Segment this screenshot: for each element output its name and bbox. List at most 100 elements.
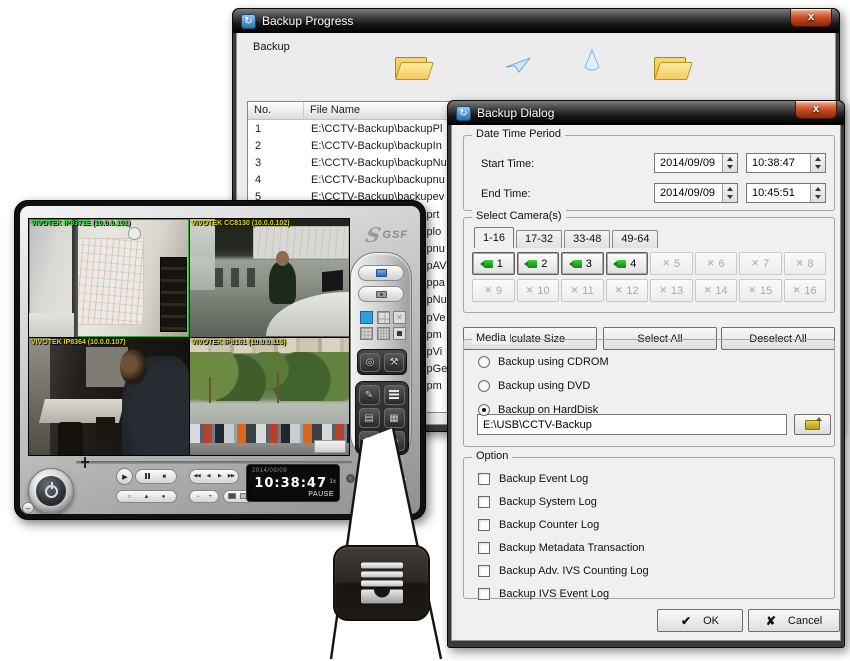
layout-close-button[interactable]: ✕ — [393, 311, 406, 324]
export-button[interactable]: ▦ — [384, 408, 405, 428]
camera-button-3[interactable]: 3 — [561, 252, 604, 275]
option-checkbox-0[interactable]: Backup Event Log — [478, 473, 588, 485]
backup-path-input[interactable] — [477, 414, 787, 435]
camera-button-9[interactable]: ✕9 — [472, 279, 515, 302]
film-button[interactable]: ▥ — [359, 431, 380, 451]
spinner-buttons[interactable] — [722, 154, 737, 172]
camera-on-icon — [484, 260, 493, 268]
disc-button[interactable]: ◎ — [360, 353, 380, 372]
layout-focus-button[interactable] — [393, 327, 406, 340]
camera-tile-1[interactable]: VIVOTEK IP8371E (10.0.0.101) — [29, 219, 189, 337]
volume-icon — [346, 474, 355, 483]
pause-button[interactable] — [143, 473, 152, 481]
camera-off-icon: ✕ — [707, 258, 715, 269]
camera-button-2[interactable]: 2 — [517, 252, 560, 275]
camera-tab-49-64[interactable]: 49-64 — [612, 230, 658, 248]
camera-tab-1-16[interactable]: 1-16 — [474, 227, 514, 248]
camera-tile-3[interactable]: VIVOTEK IP8364 (10.0.0.107) — [29, 338, 189, 456]
backup-progress-titlebar[interactable]: ↻ Backup Progress x — [233, 9, 839, 33]
jump-start-button[interactable]: ◀◀ — [192, 474, 201, 479]
camera-on-icon — [573, 260, 582, 268]
camera-tab-17-32[interactable]: 17-32 — [516, 230, 562, 248]
close-icon[interactable]: x — [795, 101, 837, 119]
reel-icon: ▦ — [389, 413, 398, 424]
spinner-buttons[interactable] — [722, 184, 737, 202]
timeline-marker[interactable] — [84, 457, 86, 468]
eject-button[interactable]: ▲ — [142, 494, 151, 500]
cancel-button[interactable]: ✘ Cancel — [748, 609, 840, 632]
option-checkbox-1[interactable]: Backup System Log — [478, 496, 597, 508]
minimize-button[interactable]: − — [22, 502, 34, 514]
open-file-button[interactable] — [358, 265, 404, 281]
layout-16-button[interactable] — [360, 327, 373, 340]
option-checkbox-5[interactable]: Backup IVS Event Log — [478, 588, 609, 600]
media-radio-0[interactable]: Backup using CDROM — [478, 356, 609, 368]
end-date-input[interactable]: 2014/09/09 — [654, 183, 738, 203]
play-button[interactable]: ▶ — [116, 468, 133, 485]
jump-end-button[interactable]: ▶▶ — [227, 474, 236, 479]
camera-tab-33-48[interactable]: 33-48 — [564, 230, 610, 248]
camera-setup-button[interactable] — [358, 286, 404, 302]
power-button[interactable] — [28, 468, 74, 514]
media-radio-2[interactable]: Backup on HardDisk — [478, 404, 598, 416]
speed-down-button[interactable]: − — [193, 494, 202, 500]
edit-button[interactable]: ✎ — [359, 385, 380, 405]
camera-off-icon: ✕ — [615, 285, 623, 296]
app-icon: ↻ — [241, 14, 256, 29]
camera-button-6[interactable]: ✕6 — [695, 252, 738, 275]
print-button[interactable]: ▤ — [359, 408, 380, 428]
camera-button-4[interactable]: 4 — [606, 252, 649, 275]
end-time-input[interactable]: 10:45:51 — [746, 183, 826, 203]
camera-tile-2[interactable]: VIVOTEK CC8130 (10.0.0.102) — [190, 219, 350, 337]
column-no[interactable]: No. — [248, 102, 304, 119]
layout-quad-button[interactable] — [377, 311, 390, 324]
option-checkbox-2[interactable]: Backup Counter Log — [478, 519, 599, 531]
tools-button[interactable]: ⚒ — [384, 353, 404, 372]
layout-36-button[interactable] — [377, 327, 390, 340]
layout-single-button[interactable] — [360, 311, 373, 324]
view-button[interactable]: ◉ — [384, 431, 405, 451]
step-forward-button[interactable]: ▶ — [215, 474, 224, 479]
toggle-a-button[interactable] — [227, 493, 236, 501]
option-group: Option Backup Event LogBackup System Log… — [463, 457, 835, 599]
camera-button-12[interactable]: ✕12 — [606, 279, 649, 302]
camera-button-5[interactable]: ✕5 — [650, 252, 693, 275]
backup-button[interactable] — [384, 385, 405, 405]
backup-dialog-titlebar[interactable]: ↻ Backup Dialog x — [448, 101, 844, 125]
record-button[interactable]: ● — [159, 494, 168, 500]
browse-folder-button[interactable] — [794, 414, 831, 435]
camera-button-15[interactable]: ✕15 — [739, 279, 782, 302]
option-checkbox-4[interactable]: Backup Adv. IVS Counting Log — [478, 565, 649, 577]
media-group: Media Backup using CDROMBackup using DVD… — [463, 339, 835, 447]
ok-button[interactable]: ✔ OK — [657, 609, 743, 632]
speed-up-button[interactable]: + — [206, 494, 215, 500]
camera-button-7[interactable]: ✕7 — [739, 252, 782, 275]
viewer-body: VIVOTEK IP8371E (10.0.0.101) VIVOTEK CC8… — [20, 206, 420, 514]
volume-slider[interactable] — [358, 476, 408, 482]
camera-button-16[interactable]: ✕16 — [784, 279, 827, 302]
camera-button-1[interactable]: 1 — [472, 252, 515, 275]
option-checkbox-3[interactable]: Backup Metadata Transaction — [478, 542, 645, 554]
snapshot-button[interactable]: ○ — [125, 494, 134, 500]
camera-tile-4[interactable]: VIVOTEK IP8161 (10.0.0.115) — [190, 338, 350, 456]
camera-button-8[interactable]: ✕8 — [784, 252, 827, 275]
eye-icon: ◉ — [390, 436, 399, 447]
spinner-buttons[interactable] — [810, 154, 825, 172]
checkbox-icon — [478, 496, 490, 508]
camera-button-10[interactable]: ✕10 — [517, 279, 560, 302]
camera-button-13[interactable]: ✕13 — [650, 279, 693, 302]
camera-label-1: VIVOTEK IP8371E (10.0.0.101) — [31, 220, 130, 227]
step-back-button[interactable]: ◀ — [204, 474, 213, 479]
backup-button-magnified[interactable] — [333, 545, 430, 621]
source-folder-icon — [395, 53, 429, 79]
start-time-input[interactable]: 10:38:47 — [746, 153, 826, 173]
camera-button-14[interactable]: ✕14 — [695, 279, 738, 302]
spinner-buttons[interactable] — [810, 184, 825, 202]
stop-button[interactable]: ■ — [160, 474, 169, 480]
x-icon: ✘ — [766, 614, 776, 628]
camera-button-11[interactable]: ✕11 — [561, 279, 604, 302]
close-icon[interactable]: x — [790, 9, 832, 27]
start-date-input[interactable]: 2014/09/09 — [654, 153, 738, 173]
folder-icon — [805, 420, 820, 430]
media-radio-1[interactable]: Backup using DVD — [478, 380, 590, 392]
